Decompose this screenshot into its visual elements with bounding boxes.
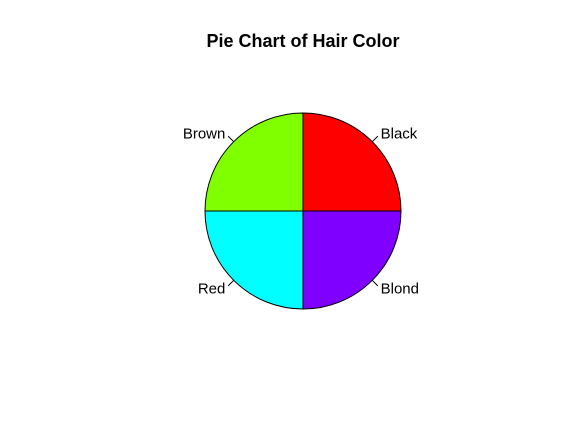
pie-chart: Pie Chart of Hair Color Black Brown Red Blo… bbox=[183, 31, 419, 310]
chart-title: Pie Chart of Hair Color bbox=[206, 31, 399, 51]
leader-line-blond bbox=[371, 279, 379, 287]
leader-line-black bbox=[371, 135, 379, 143]
slice-label-red: Red bbox=[198, 281, 226, 298]
leader-line-brown bbox=[227, 135, 235, 143]
pie-slices bbox=[204, 112, 402, 310]
slice-label-brown: Brown bbox=[183, 125, 226, 142]
slice-label-black: Black bbox=[381, 125, 418, 142]
slice-label-blond: Blond bbox=[381, 281, 419, 298]
leader-line-red bbox=[227, 279, 235, 287]
